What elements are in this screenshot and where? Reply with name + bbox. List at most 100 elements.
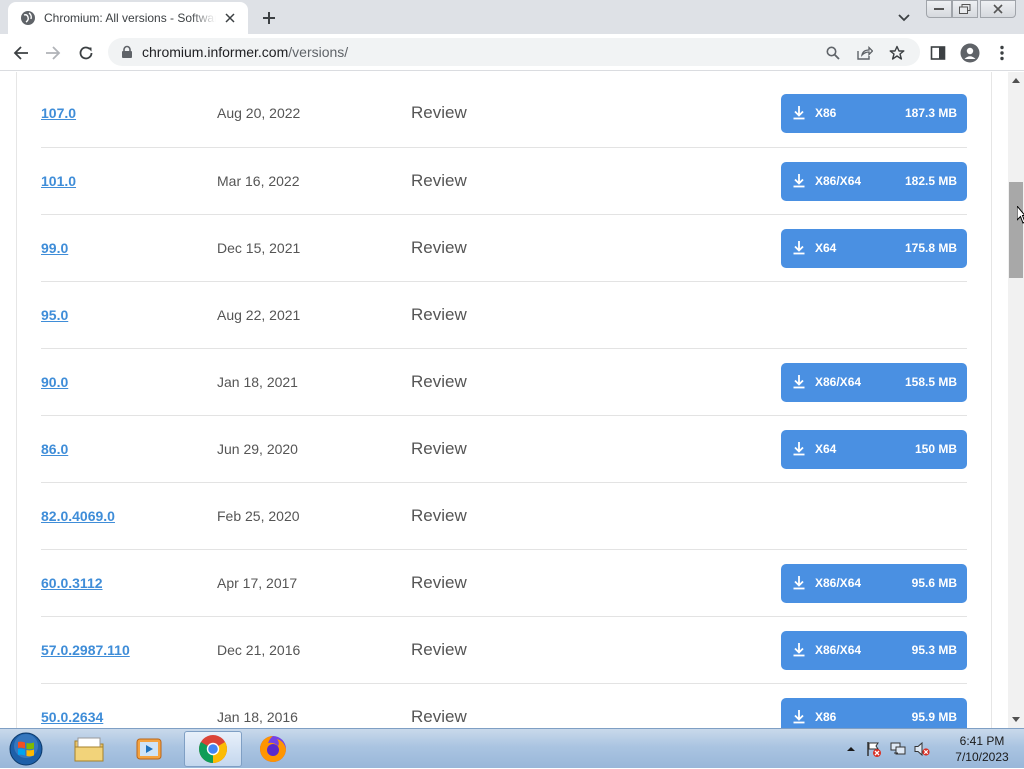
version-row: 95.0 Aug 22, 2021 Review: [41, 281, 967, 349]
close-window-button[interactable]: [980, 0, 1016, 18]
vertical-scrollbar[interactable]: [1008, 72, 1024, 728]
browser-tab[interactable]: Chromium: All versions - Software Inform…: [8, 2, 248, 34]
version-link[interactable]: 86.0: [41, 441, 68, 457]
start-button[interactable]: [4, 730, 48, 768]
download-button[interactable]: X86 187.3 MB: [781, 94, 967, 133]
download-arch: X64: [815, 241, 837, 255]
review-label[interactable]: Review: [411, 103, 467, 123]
download-button[interactable]: X64 175.8 MB: [781, 229, 967, 268]
new-tab-button[interactable]: [258, 7, 280, 29]
release-date: Jun 29, 2020: [217, 441, 298, 457]
download-icon: [793, 375, 805, 389]
show-hidden-icons-icon[interactable]: [846, 741, 856, 757]
volume-muted-icon[interactable]: [914, 741, 930, 757]
share-icon[interactable]: [856, 44, 874, 62]
release-date: Aug 20, 2022: [217, 105, 301, 121]
scrollbar-thumb[interactable]: [1009, 182, 1023, 278]
download-icon: [793, 174, 805, 188]
menu-button[interactable]: [989, 40, 1015, 66]
download-size: 182.5 MB: [904, 174, 957, 188]
taskbar-media-player[interactable]: [120, 731, 178, 767]
profile-button[interactable]: [957, 40, 983, 66]
download-arch: X86/X64: [815, 174, 862, 188]
version-link[interactable]: 99.0: [41, 240, 68, 256]
version-link[interactable]: 82.0.4069.0: [41, 508, 115, 524]
search-icon[interactable]: [824, 44, 842, 62]
review-label[interactable]: Review: [411, 506, 467, 526]
bookmark-star-icon[interactable]: [888, 44, 906, 62]
windows-taskbar: 6:41 PM 7/10/2023: [0, 728, 1024, 768]
address-bar[interactable]: chromium.informer.com/versions/: [108, 38, 920, 66]
download-button[interactable]: X64 150 MB: [781, 430, 967, 469]
review-label[interactable]: Review: [411, 640, 467, 660]
minimize-icon: [934, 8, 944, 10]
taskbar-clock[interactable]: 6:41 PM 7/10/2023: [942, 733, 1022, 765]
close-icon: [993, 4, 1003, 14]
restore-icon: [959, 4, 971, 14]
minimize-button[interactable]: [926, 0, 952, 18]
scroll-down-arrow-icon[interactable]: [1008, 712, 1024, 728]
download-size: 95.6 MB: [911, 576, 957, 590]
download-button[interactable]: X86/X64 95.6 MB: [781, 564, 967, 603]
page-viewport: 107.0 Aug 20, 2022 Review X86 187.3 MB 101.0 M…: [0, 72, 1008, 728]
back-button[interactable]: [8, 40, 34, 66]
arrow-right-icon: [46, 46, 61, 60]
version-row: 101.0 Mar 16, 2022 Review X86/X64 182.5 MB: [41, 147, 967, 215]
download-button[interactable]: X86/X64 182.5 MB: [781, 162, 967, 201]
taskbar-firefox[interactable]: [244, 731, 302, 767]
download-size: 95.9 MB: [911, 710, 957, 724]
chrome-icon: [199, 735, 227, 763]
network-icon[interactable]: [890, 741, 906, 757]
taskbar-explorer[interactable]: [60, 731, 118, 767]
close-tab-icon[interactable]: [222, 10, 238, 26]
download-size: 175.8 MB: [904, 241, 957, 255]
firefox-icon: [260, 736, 286, 762]
reload-button[interactable]: [73, 40, 99, 66]
review-label[interactable]: Review: [411, 707, 467, 727]
version-row: 86.0 Jun 29, 2020 Review X64 150 MB: [41, 415, 967, 483]
version-row: 57.0.2987.110 Dec 21, 2016 Review X86/X64 95…: [41, 616, 967, 684]
review-label[interactable]: Review: [411, 238, 467, 258]
version-row: 99.0 Dec 15, 2021 Review X64 175.8 MB: [41, 214, 967, 282]
system-tray: 6:41 PM 7/10/2023: [842, 729, 1024, 769]
version-link[interactable]: 90.0: [41, 374, 68, 390]
version-link[interactable]: 101.0: [41, 173, 76, 189]
side-panel-button[interactable]: [925, 40, 951, 66]
download-icon: [793, 442, 805, 456]
version-row: 90.0 Jan 18, 2021 Review X86/X64 158.5 MB: [41, 348, 967, 416]
download-arch: X86: [815, 710, 837, 724]
review-label[interactable]: Review: [411, 305, 467, 325]
review-label[interactable]: Review: [411, 439, 467, 459]
restore-button[interactable]: [952, 0, 978, 18]
download-size: 95.3 MB: [911, 643, 957, 657]
review-label[interactable]: Review: [411, 171, 467, 191]
side-panel-icon: [930, 46, 946, 60]
action-center-flag-icon[interactable]: [866, 741, 882, 757]
scroll-up-arrow-icon[interactable]: [1008, 72, 1024, 88]
download-button[interactable]: X86/X64 158.5 MB: [781, 363, 967, 402]
taskbar-chrome[interactable]: [184, 731, 242, 767]
clock-time: 6:41 PM: [959, 734, 1005, 748]
tab-search-button[interactable]: [894, 8, 914, 28]
version-link[interactable]: 60.0.3112: [41, 575, 103, 591]
download-icon: [793, 710, 805, 724]
download-button[interactable]: X86 95.9 MB: [781, 698, 967, 728]
version-row: 50.0.2634 Jan 18, 2016 Review X86 95.9 MB: [41, 683, 967, 728]
url-text[interactable]: chromium.informer.com/versions/: [142, 44, 348, 60]
chevron-down-icon: [898, 14, 910, 22]
release-date: Aug 22, 2021: [217, 307, 301, 323]
review-label[interactable]: Review: [411, 372, 467, 392]
version-link[interactable]: 107.0: [41, 105, 76, 121]
review-label[interactable]: Review: [411, 573, 467, 593]
version-link[interactable]: 50.0.2634: [41, 709, 103, 725]
version-link[interactable]: 95.0: [41, 307, 68, 323]
download-button[interactable]: X86/X64 95.3 MB: [781, 631, 967, 670]
forward-button[interactable]: [40, 40, 66, 66]
download-arch: X86/X64: [815, 576, 862, 590]
release-date: Jan 18, 2016: [217, 709, 298, 725]
version-link[interactable]: 57.0.2987.110: [41, 642, 130, 658]
lock-icon[interactable]: [120, 45, 134, 59]
folder-icon: [74, 737, 104, 762]
mouse-cursor-icon: [1017, 206, 1024, 224]
more-vert-icon: [1000, 45, 1004, 61]
